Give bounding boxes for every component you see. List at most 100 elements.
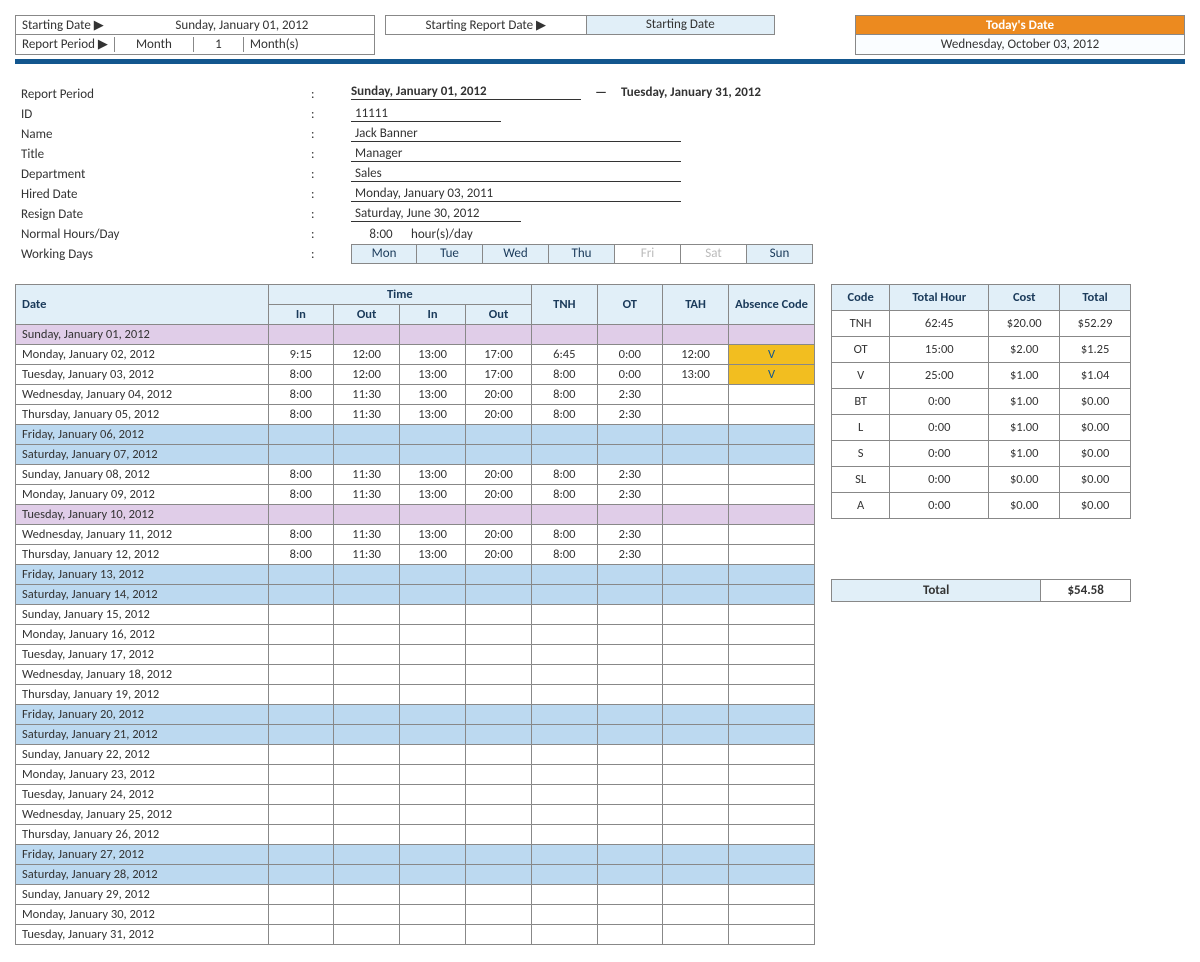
cell-out2[interactable] <box>466 565 532 585</box>
cell-out1[interactable] <box>334 705 400 725</box>
report-period-unit[interactable]: Month <box>114 37 194 52</box>
cell-out2[interactable] <box>466 905 532 925</box>
cell-abs[interactable] <box>729 905 815 925</box>
table-row[interactable]: Thursday, January 12, 20128:0011:3013:00… <box>16 545 815 565</box>
cell-tah[interactable] <box>663 445 729 465</box>
cell-in2[interactable] <box>400 665 466 685</box>
cell-out1[interactable] <box>334 645 400 665</box>
cell-tnh[interactable]: 6:45 <box>532 345 598 365</box>
cell-tnh[interactable] <box>532 845 598 865</box>
cell-date[interactable]: Thursday, January 12, 2012 <box>16 545 269 565</box>
wd-sun[interactable]: Sun <box>747 244 813 264</box>
cell-in2[interactable] <box>400 645 466 665</box>
cell-ot[interactable] <box>597 325 663 345</box>
hired-value[interactable]: Monday, January 03, 2011 <box>351 186 681 202</box>
table-row[interactable]: Tuesday, January 31, 2012 <box>16 925 815 945</box>
cell-tnh[interactable] <box>532 925 598 945</box>
cell-in2[interactable] <box>400 865 466 885</box>
cell-abs[interactable] <box>729 505 815 525</box>
table-row[interactable]: Wednesday, January 25, 2012 <box>16 805 815 825</box>
table-row[interactable]: Monday, January 16, 2012 <box>16 625 815 645</box>
cell-in1[interactable] <box>268 725 334 745</box>
cell-tah[interactable] <box>663 405 729 425</box>
cell-ot[interactable] <box>597 885 663 905</box>
cell-date[interactable]: Friday, January 20, 2012 <box>16 705 269 725</box>
cell-in2[interactable]: 13:00 <box>400 405 466 425</box>
cell-ot[interactable] <box>597 725 663 745</box>
cell-out2[interactable] <box>466 425 532 445</box>
cell-abs[interactable] <box>729 425 815 445</box>
cell-ot[interactable] <box>597 565 663 585</box>
cell-tah[interactable] <box>663 665 729 685</box>
cell-ot[interactable] <box>597 425 663 445</box>
cell-date[interactable]: Friday, January 13, 2012 <box>16 565 269 585</box>
cell-in1[interactable]: 8:00 <box>268 385 334 405</box>
cell-tnh[interactable] <box>532 505 598 525</box>
table-row[interactable]: Saturday, January 28, 2012 <box>16 865 815 885</box>
cell-in1[interactable]: 9:15 <box>268 345 334 365</box>
cell-out2[interactable] <box>466 785 532 805</box>
cell-tnh[interactable]: 8:00 <box>532 385 598 405</box>
cell-in2[interactable] <box>400 925 466 945</box>
cell-out2[interactable] <box>466 745 532 765</box>
cell-tnh[interactable]: 8:00 <box>532 485 598 505</box>
cell-abs[interactable] <box>729 405 815 425</box>
table-row[interactable]: Sunday, January 22, 2012 <box>16 745 815 765</box>
resign-value[interactable]: Saturday, June 30, 2012 <box>351 206 521 222</box>
cell-abs[interactable] <box>729 685 815 705</box>
wd-tue[interactable]: Tue <box>417 244 483 264</box>
cell-tah[interactable] <box>663 865 729 885</box>
table-row[interactable]: Tuesday, January 24, 2012 <box>16 785 815 805</box>
cell-in2[interactable] <box>400 325 466 345</box>
cell-out2[interactable] <box>466 865 532 885</box>
table-row[interactable]: Monday, January 30, 2012 <box>16 905 815 925</box>
cell-ot[interactable] <box>597 505 663 525</box>
table-row[interactable]: Wednesday, January 04, 20128:0011:3013:0… <box>16 385 815 405</box>
cell-tnh[interactable] <box>532 745 598 765</box>
cell-tnh[interactable]: 8:00 <box>532 465 598 485</box>
cell-out1[interactable] <box>334 785 400 805</box>
cell-tah[interactable] <box>663 625 729 645</box>
cell-out1[interactable] <box>334 765 400 785</box>
cell-abs[interactable] <box>729 805 815 825</box>
cell-out1[interactable] <box>334 605 400 625</box>
cell-in1[interactable] <box>268 845 334 865</box>
cell-out1[interactable] <box>334 585 400 605</box>
table-row[interactable]: Tuesday, January 03, 20128:0012:0013:001… <box>16 365 815 385</box>
cell-in1[interactable] <box>268 785 334 805</box>
cell-out1[interactable]: 12:00 <box>334 365 400 385</box>
cell-out1[interactable] <box>334 905 400 925</box>
cell-in1[interactable] <box>268 445 334 465</box>
cell-out1[interactable] <box>334 845 400 865</box>
table-row[interactable]: Friday, January 06, 2012 <box>16 425 815 445</box>
cell-date[interactable]: Saturday, January 07, 2012 <box>16 445 269 465</box>
cell-in1[interactable] <box>268 645 334 665</box>
cell-date[interactable]: Tuesday, January 03, 2012 <box>16 365 269 385</box>
cell-in2[interactable] <box>400 445 466 465</box>
cell-in2[interactable] <box>400 625 466 645</box>
cell-date[interactable]: Sunday, January 08, 2012 <box>16 465 269 485</box>
cell-in1[interactable] <box>268 665 334 685</box>
cell-ot[interactable] <box>597 685 663 705</box>
cell-abs[interactable] <box>729 725 815 745</box>
cell-abs[interactable] <box>729 705 815 725</box>
cell-tah[interactable] <box>663 905 729 925</box>
cell-tah[interactable] <box>663 725 729 745</box>
cell-out2[interactable] <box>466 925 532 945</box>
cell-in1[interactable] <box>268 705 334 725</box>
cell-in2[interactable] <box>400 805 466 825</box>
cell-in1[interactable] <box>268 605 334 625</box>
cell-abs[interactable] <box>729 825 815 845</box>
cell-tnh[interactable] <box>532 865 598 885</box>
cell-in1[interactable] <box>268 925 334 945</box>
cell-abs[interactable] <box>729 545 815 565</box>
cell-abs[interactable] <box>729 885 815 905</box>
cell-abs[interactable] <box>729 765 815 785</box>
cell-ot[interactable] <box>597 785 663 805</box>
cell-out1[interactable] <box>334 865 400 885</box>
cell-in1[interactable]: 8:00 <box>268 485 334 505</box>
cell-date[interactable]: Monday, January 02, 2012 <box>16 345 269 365</box>
cell-ot[interactable] <box>597 825 663 845</box>
wd-thu[interactable]: Thu <box>549 244 615 264</box>
cell-abs[interactable] <box>729 645 815 665</box>
